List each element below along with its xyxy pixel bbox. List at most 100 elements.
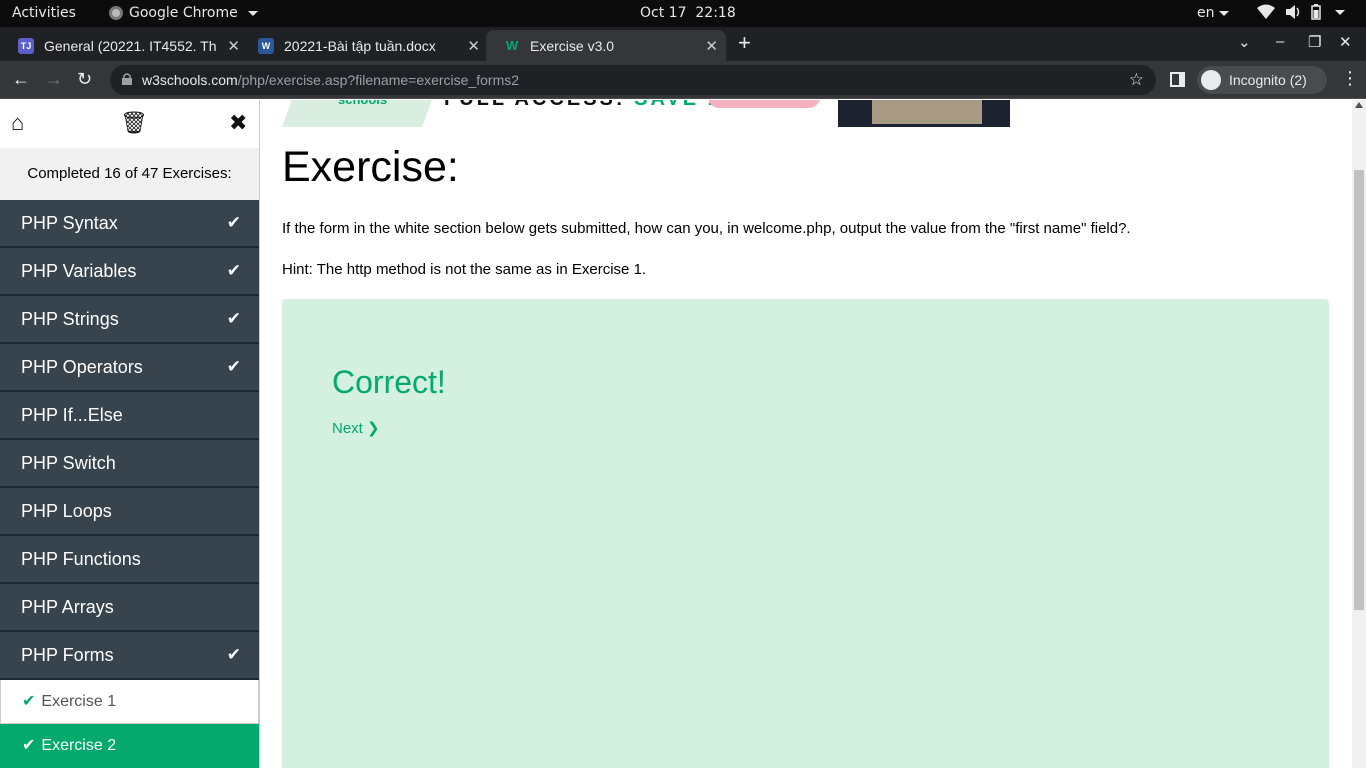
tab-word[interactable]: W 20221-Bài tập tuần.docx ✕ [240, 30, 488, 61]
sidebar-item-php-loops[interactable]: PHP Loops [0, 488, 259, 536]
clock-date: Oct 17 [640, 5, 687, 21]
checkmark-icon: ✔ [226, 309, 241, 328]
result-message: Correct! [332, 364, 446, 400]
reload-button[interactable]: ↻ [77, 69, 92, 90]
w3schools-icon: W [505, 38, 519, 53]
sidebar-item-label: PHP Strings [21, 309, 119, 329]
more-menu-icon[interactable]: ⋮ [1341, 68, 1359, 89]
incognito-icon [1201, 70, 1221, 90]
page-title: Exercise: [282, 143, 459, 191]
exercise-question: If the form in the white section below g… [282, 220, 1131, 237]
address-bar[interactable]: w3schools.com/php/exercise.asp?filename=… [110, 65, 1156, 95]
sidebar-item-label: PHP Operators [21, 357, 143, 377]
close-icon[interactable]: ✕ [227, 37, 240, 55]
ad-banner[interactable]: schools FULL ACCESS: SAVE 110$ [282, 100, 1010, 127]
incognito-badge[interactable]: Incognito (2) [1197, 66, 1327, 94]
sidebar-item-php-syntax[interactable]: PHP Syntax ✔ [0, 200, 259, 248]
sidebar-item-label: PHP Arrays [21, 597, 114, 617]
checkmark-icon: ✔ [226, 357, 241, 376]
sidebar-item-php-if-else[interactable]: PHP If...Else [0, 392, 259, 440]
checkmark-icon: ✔ [22, 693, 36, 710]
banner-brand: schools [338, 100, 387, 107]
scroll-up-arrow-icon[interactable] [1355, 102, 1363, 108]
chevron-down-icon [1335, 9, 1345, 15]
exercise-sidebar: ⌂ 🗑 ✖ Completed 16 of 47 Exercises: PHP … [0, 100, 260, 768]
banner-promo-text: FULL ACCESS: [444, 100, 626, 110]
sidebar-item-php-arrays[interactable]: PHP Arrays [0, 584, 259, 632]
sidebar-item-label: PHP Forms [21, 645, 114, 665]
system-menu[interactable] [1257, 4, 1345, 20]
system-top-bar: Activities Google Chrome Oct 17 22:18 en [0, 0, 1366, 27]
close-icon[interactable]: ✕ [467, 37, 480, 55]
home-icon[interactable]: ⌂ [11, 110, 24, 136]
sidebar-item-php-forms[interactable]: PHP Forms ✔ [0, 632, 259, 680]
tab-strip: TJ General (20221. IT4552. Th ✕ W 20221-… [0, 27, 1366, 61]
chrome-icon [109, 6, 123, 20]
chevron-down-icon [1218, 10, 1229, 16]
wifi-icon [1257, 4, 1275, 19]
exercise-hint: Hint: The http method is not the same as… [282, 261, 647, 278]
trash-icon[interactable]: 🗑 [120, 110, 148, 136]
banner-photo-inner [872, 100, 982, 124]
completed-counter: Completed 16 of 47 Exercises: [27, 165, 232, 182]
scrollbar-thumb[interactable] [1354, 170, 1364, 610]
page-scrollbar[interactable] [1352, 100, 1366, 768]
forward-button[interactable]: → [45, 69, 63, 90]
sidebar-item-php-switch[interactable]: PHP Switch [0, 440, 259, 488]
app-menu[interactable]: Google Chrome [109, 5, 258, 21]
url-text: w3schools.com/php/exercise.asp?filename=… [142, 72, 519, 88]
sidebar-item-label: PHP Loops [21, 501, 112, 521]
activities-button[interactable]: Activities [12, 5, 76, 21]
tab-exercise[interactable]: W Exercise v3.0 ✕ [486, 30, 726, 61]
close-icon[interactable]: ✖ [229, 110, 247, 136]
sidebar-item-label: PHP If...Else [21, 405, 123, 425]
app-menu-label: Google Chrome [129, 5, 238, 21]
url-host: w3schools.com [142, 72, 238, 88]
result-panel: Correct! Next ❯ [282, 299, 1329, 768]
tab-title: 20221-Bài tập tuần.docx [284, 37, 436, 54]
new-tab-button[interactable]: + [738, 30, 751, 56]
close-icon[interactable]: ✕ [705, 37, 718, 55]
word-icon: W [258, 37, 274, 54]
sidebar-subitem-exercise-1[interactable]: ✔ Exercise 1 [0, 680, 259, 724]
teams-icon: TJ [18, 37, 34, 54]
chevron-down-icon [247, 10, 258, 16]
clock-time: 22:18 [695, 5, 736, 21]
tab-title: General (20221. IT4552. Th [44, 37, 217, 54]
maximize-button[interactable]: ❐ [1308, 33, 1321, 51]
window-close-button[interactable]: ✕ [1339, 33, 1352, 51]
sidebar-item-php-variables[interactable]: PHP Variables ✔ [0, 248, 259, 296]
language-label: en [1197, 5, 1215, 21]
checkmark-icon: ✔ [22, 737, 36, 754]
url-path: /php/exercise.asp?filename=exercise_form… [237, 72, 520, 88]
tab-search-chevron-icon[interactable]: ⌄ [1238, 33, 1251, 51]
sidebar-subitem-label: Exercise 1 [41, 693, 117, 710]
sidebar-toolbar: ⌂ 🗑 ✖ [0, 100, 259, 148]
next-link[interactable]: Next ❯ [332, 419, 380, 437]
banner-cta-button[interactable] [708, 100, 820, 108]
tab-title: Exercise v3.0 [530, 37, 615, 54]
sidebar-item-label: PHP Syntax [21, 213, 118, 233]
language-menu[interactable]: en [1197, 5, 1229, 21]
clock[interactable]: Oct 17 22:18 [640, 5, 736, 21]
side-panel-icon[interactable] [1170, 72, 1185, 87]
bookmark-star-icon[interactable]: ☆ [1129, 70, 1144, 90]
browser-toolbar: ← → ↻ w3schools.com/php/exercise.asp?fil… [0, 61, 1366, 99]
back-button[interactable]: ← [12, 69, 30, 90]
tab-teams[interactable]: TJ General (20221. IT4552. Th ✕ [0, 30, 248, 61]
checkmark-icon: ✔ [226, 213, 241, 232]
sidebar-item-label: PHP Functions [21, 549, 141, 569]
sidebar-subitem-exercise-2[interactable]: ✔ Exercise 2 [0, 724, 259, 768]
sidebar-item-php-operators[interactable]: PHP Operators ✔ [0, 344, 259, 392]
battery-icon [1311, 4, 1321, 20]
page-viewport: ⌂ 🗑 ✖ Completed 16 of 47 Exercises: PHP … [0, 100, 1366, 768]
sidebar-item-label: PHP Variables [21, 261, 137, 281]
sidebar-subitem-label: Exercise 2 [41, 737, 117, 754]
sidebar-item-php-strings[interactable]: PHP Strings ✔ [0, 296, 259, 344]
checkmark-icon: ✔ [226, 261, 241, 280]
sidebar-item-label: PHP Switch [21, 453, 116, 473]
minimize-button[interactable]: – [1276, 33, 1284, 50]
sidebar-item-php-functions[interactable]: PHP Functions [0, 536, 259, 584]
checkmark-icon: ✔ [226, 645, 241, 664]
incognito-label: Incognito (2) [1229, 72, 1307, 88]
